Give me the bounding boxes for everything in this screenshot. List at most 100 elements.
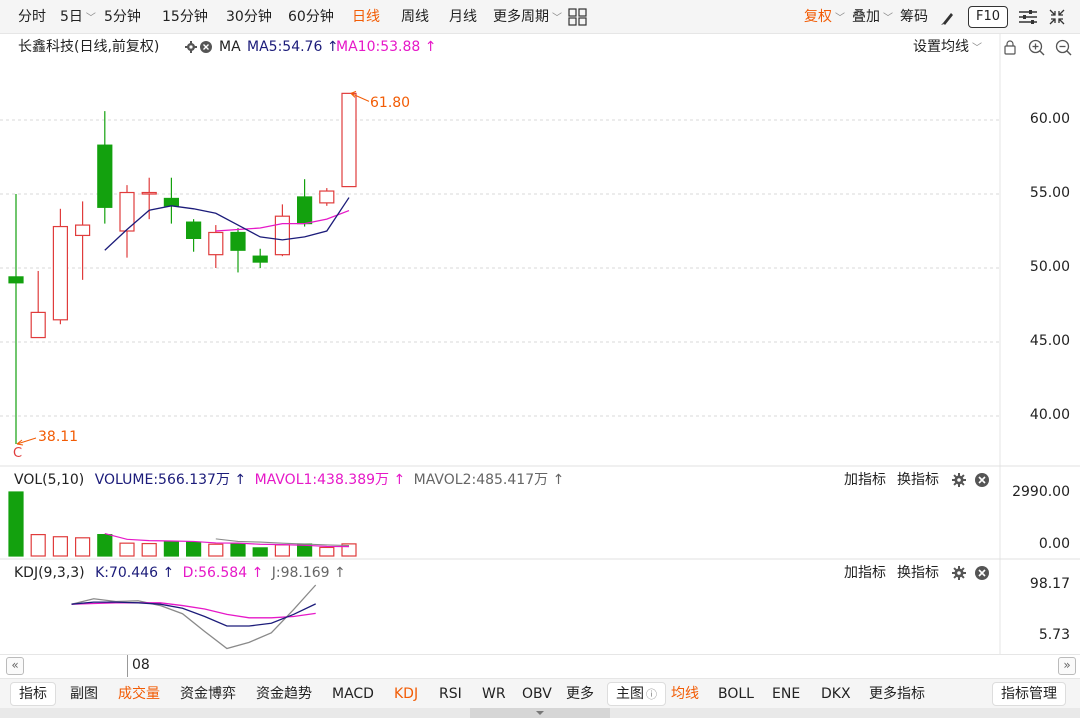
price-chart[interactable] — [0, 34, 1080, 654]
kdj-d-text: D:56.584 — [182, 565, 248, 581]
capital-trend-tab[interactable]: 资金趋势 — [256, 679, 312, 709]
overlay-label: 叠加 — [852, 9, 880, 25]
sliders-icon[interactable] — [1018, 8, 1038, 26]
dkx-tab[interactable]: DKX — [821, 679, 851, 709]
c-marker: C — [13, 446, 23, 461]
y-tick-55: 55.00 — [1029, 185, 1070, 201]
mavol2-value: MAVOL2:485.417万 ↑ — [414, 472, 565, 488]
volume-text: VOLUME:566.137万 — [94, 472, 230, 488]
period-5day[interactable]: 5日 ﹀ — [60, 0, 96, 34]
ene-tab[interactable]: ENE — [772, 679, 800, 709]
candle-body — [208, 231, 224, 256]
kdj-lines — [71, 584, 317, 650]
arrow-up-icon: ↑ — [234, 472, 247, 488]
more-sub-tab[interactable]: 更多 — [566, 679, 594, 709]
grid-layout-icon[interactable] — [568, 8, 588, 26]
fuquan-label: 复权 — [804, 9, 832, 25]
period-15min[interactable]: 15分钟 — [162, 0, 208, 34]
fuquan-dropdown[interactable]: 复权 ﹀ — [804, 0, 845, 34]
high-price-label: 61.80 — [370, 95, 411, 111]
gear-icon[interactable] — [951, 565, 967, 581]
volume-bar — [208, 543, 224, 557]
kdj-y-top: 98.17 — [1029, 576, 1070, 592]
arrow-up-icon: ↑ — [251, 565, 264, 581]
ma5-line — [104, 197, 350, 251]
vol-y-bottom: 0.00 — [1038, 536, 1070, 552]
chevron-down-icon: ﹀ — [883, 13, 893, 24]
price-grid — [0, 34, 1080, 654]
arrow-up-icon: ↑ — [162, 565, 175, 581]
volume-bar — [163, 541, 179, 557]
period-weekly[interactable]: 周线 — [401, 0, 429, 34]
boll-tab[interactable]: BOLL — [718, 679, 754, 709]
double-chevron-right-icon: » — [1063, 658, 1071, 672]
candle-body — [319, 190, 335, 204]
kdj-title: KDJ(9,3,3) — [14, 565, 85, 581]
scroll-left-button[interactable]: « — [6, 657, 24, 675]
macd-tab[interactable]: MACD — [332, 679, 374, 709]
volume-tab[interactable]: 成交量 — [118, 679, 160, 709]
scroll-right-button[interactable]: » — [1058, 657, 1076, 675]
period-more-label: 更多周期 — [493, 9, 549, 25]
volume-value: VOLUME:566.137万 ↑ — [95, 472, 246, 488]
rsi-tab[interactable]: RSI — [439, 679, 462, 709]
period-daily[interactable]: 日线 — [352, 0, 380, 34]
period-30min[interactable]: 30分钟 — [226, 0, 272, 34]
main-chart-label: 主图 — [616, 686, 644, 702]
wr-tab[interactable]: WR — [482, 679, 506, 709]
mavol1-text: MAVOL1:438.389万 — [254, 472, 390, 488]
vol-title: VOL(5,10) — [14, 472, 85, 488]
kdj-k-text: K:70.446 — [95, 565, 158, 581]
f10-button[interactable]: F10 — [968, 6, 1008, 28]
candle-body — [97, 144, 113, 208]
collapse-icon[interactable] — [1048, 8, 1066, 26]
indicator-bar: 指标 副图 成交量 资金博弈 资金趋势 MACD KDJ RSI WR OBV … — [0, 678, 1080, 708]
indicator-manage-button[interactable]: 指标管理 — [992, 682, 1066, 706]
volume-bar — [119, 542, 135, 557]
period-monthly[interactable]: 月线 — [449, 0, 477, 34]
vol-switch-indicator[interactable]: 换指标 — [897, 469, 939, 491]
gear-icon[interactable] — [951, 472, 967, 488]
candle-body — [274, 215, 290, 256]
volume-bar — [97, 533, 113, 557]
kdj-add-indicator[interactable]: 加指标 — [844, 562, 886, 584]
ma-tab[interactable]: 均线 — [671, 679, 699, 709]
mavol2-text: MAVOL2:485.417万 — [413, 472, 549, 488]
kdj-j-value: J:98.169 ↑ — [272, 565, 346, 581]
main-chart-tab[interactable]: 主图 ⓘ — [607, 682, 666, 706]
arrow-up-icon: ↑ — [552, 472, 565, 488]
period-5min[interactable]: 5分钟 — [104, 0, 141, 34]
vol-add-indicator[interactable]: 加指标 — [844, 469, 886, 491]
volume-bar — [74, 537, 91, 557]
close-circle-icon[interactable] — [974, 565, 990, 581]
candle-body — [186, 221, 202, 239]
capital-game-tab[interactable]: 资金博弈 — [180, 679, 236, 709]
period-fenshi[interactable]: 分时 — [18, 0, 46, 34]
vol-panel-header: VOL(5,10) VOLUME:566.137万 ↑ MAVOL1:438.3… — [14, 469, 564, 491]
x-axis-tick — [127, 655, 128, 677]
volume-bars — [8, 491, 357, 557]
kdj-tab[interactable]: KDJ — [394, 679, 418, 709]
obv-tab[interactable]: OBV — [522, 679, 552, 709]
brush-icon[interactable] — [940, 10, 956, 26]
double-chevron-left-icon: « — [11, 658, 19, 672]
y-tick-60: 60.00 — [1029, 111, 1070, 127]
candlesticks — [8, 92, 357, 444]
period-toolbar: 分时 5日 ﹀ 5分钟 15分钟 30分钟 60分钟 日线 周线 月线 更多周期 ﹀… — [0, 0, 1080, 34]
candle-body — [341, 92, 357, 188]
indicator-tab[interactable]: 指标 — [10, 682, 56, 706]
kdj-y-bottom: 5.73 — [1038, 627, 1070, 643]
volume-bar — [186, 541, 202, 557]
period-60min[interactable]: 60分钟 — [288, 0, 334, 34]
chevron-down-icon — [536, 711, 544, 715]
kdj-switch-indicator[interactable]: 换指标 — [897, 562, 939, 584]
kdj-d-value: D:56.584 ↑ — [183, 565, 264, 581]
more-indicators-tab[interactable]: 更多指标 — [869, 679, 925, 709]
kdj-k-value: K:70.446 ↑ — [95, 565, 174, 581]
chip-distribution-button[interactable]: 筹码 — [900, 0, 928, 34]
overlay-dropdown[interactable]: 叠加 ﹀ — [852, 0, 893, 34]
sub-chart-tab[interactable]: 副图 — [70, 679, 98, 709]
close-circle-icon[interactable] — [974, 472, 990, 488]
volume-bar — [319, 546, 335, 557]
period-more[interactable]: 更多周期 ﹀ — [493, 0, 562, 34]
